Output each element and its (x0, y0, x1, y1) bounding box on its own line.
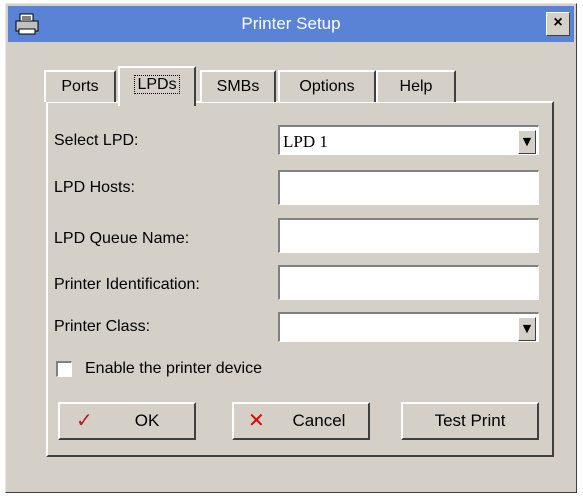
tab-smbs-label: SMBs (216, 78, 260, 95)
printer-class-label: Printer Class: (54, 318, 151, 335)
tab-options-label: Options (299, 78, 355, 95)
dropdown-arrow-icon[interactable]: ▼ (518, 317, 536, 341)
printer-id-input[interactable] (278, 265, 539, 300)
tab-ports-label: Ports (61, 78, 99, 95)
printer-id-label: Printer Identification: (54, 276, 200, 293)
title-bar[interactable]: Printer Setup × (8, 6, 574, 42)
test-print-button[interactable]: Test Print (401, 402, 539, 440)
ok-button-label: OK (134, 411, 160, 430)
window-title: Printer Setup (241, 14, 341, 33)
tab-options[interactable]: Options (278, 70, 376, 102)
close-icon[interactable]: × (546, 12, 570, 36)
queue-name-input[interactable] (278, 218, 539, 253)
test-print-button-label: Test Print (434, 411, 506, 430)
select-lpd-value: LPD 1 (283, 132, 328, 151)
printer-class-dropdown[interactable]: ▼ (278, 312, 539, 342)
tab-lpds[interactable]: LPDs (118, 66, 196, 106)
lpd-hosts-label: LPD Hosts: (54, 179, 135, 196)
tab-ports[interactable]: Ports (44, 70, 116, 102)
select-lpd-dropdown[interactable]: LPD 1 ▼ (278, 125, 539, 155)
enable-printer-label: Enable the printer device (85, 360, 262, 377)
ok-button[interactable]: ✓ OK (58, 402, 196, 440)
cancel-button-label: Cancel (292, 411, 346, 430)
tab-lpds-label: LPDs (134, 75, 180, 94)
x-icon: ✕ (248, 410, 265, 432)
tab-smbs[interactable]: SMBs (200, 70, 276, 102)
lpd-hosts-input[interactable] (278, 170, 539, 205)
enable-printer-checkbox[interactable] (56, 361, 72, 377)
select-lpd-label: Select LPD: (54, 132, 139, 149)
check-icon: ✓ (76, 410, 93, 432)
cancel-button[interactable]: ✕ Cancel (232, 402, 370, 440)
tab-help[interactable]: Help (376, 70, 456, 102)
dropdown-arrow-icon[interactable]: ▼ (518, 130, 536, 154)
tab-help-label: Help (399, 78, 433, 95)
queue-name-label: LPD Queue Name: (54, 230, 190, 247)
